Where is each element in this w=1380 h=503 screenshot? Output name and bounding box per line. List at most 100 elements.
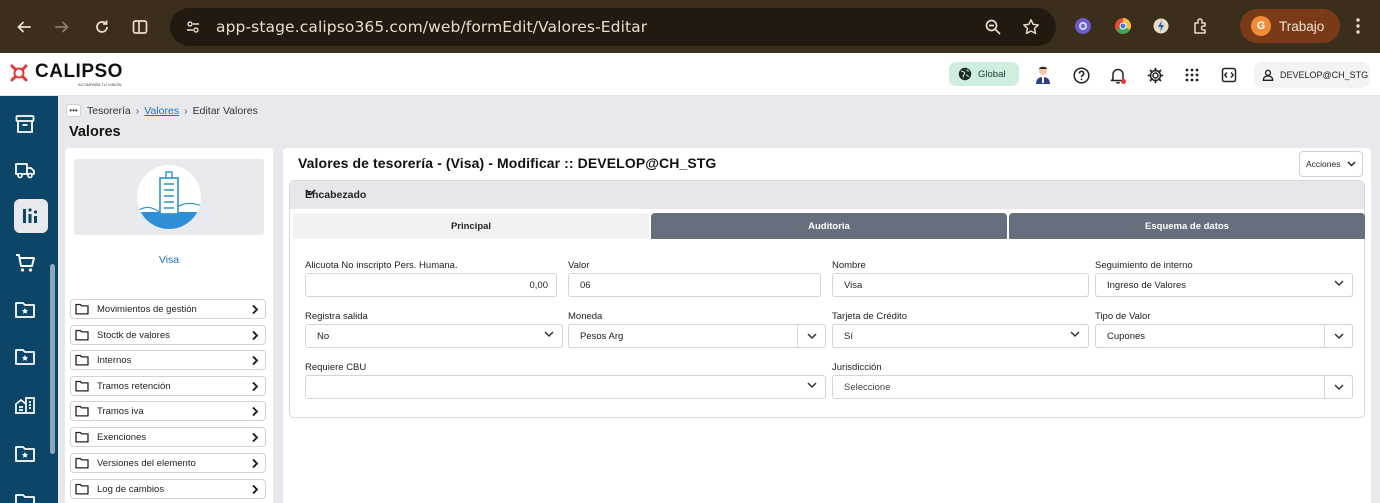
tab-principal[interactable]: Principal — [293, 213, 649, 239]
nombre-field[interactable]: Visa — [832, 273, 1089, 297]
extensions-puzzle-icon[interactable] — [1188, 13, 1214, 39]
notifications-bell-icon[interactable] — [1107, 64, 1129, 86]
apps-grid-icon[interactable] — [1181, 64, 1203, 86]
rail-scrollbar[interactable] — [50, 264, 55, 454]
tipo-valor-dropdown-button[interactable] — [1324, 325, 1352, 347]
tarjeta-credito-select[interactable]: Sí — [832, 324, 1089, 348]
sidebar-item-movimientos[interactable]: Movimientos de gestión — [70, 299, 266, 319]
collapse-chevron-icon[interactable] — [305, 189, 1350, 196]
browser-menu-icon[interactable] — [1346, 14, 1370, 38]
tarjeta-credito-value: Sí — [844, 330, 853, 342]
address-bar[interactable]: app-stage.calipso365.com/web/formEdit/Va… — [170, 8, 1056, 46]
profile-avatar: G — [1251, 16, 1271, 36]
buildings-icon[interactable] — [8, 388, 42, 422]
moneda-select[interactable]: Pesos Arg — [568, 324, 826, 348]
alicuota-label: Alicuota No inscripto Pers. Humana. — [305, 260, 458, 271]
extension-ai-icon[interactable] — [1070, 13, 1096, 39]
registra-salida-value: No — [317, 330, 330, 342]
valor-value: 06 — [580, 279, 591, 291]
treasury-chart-icon[interactable] — [14, 199, 48, 233]
jurisdiccion-select[interactable]: Seleccione — [832, 375, 1353, 399]
alicuota-value: 0,00 — [529, 279, 549, 291]
folder-icon — [75, 483, 89, 495]
jurisdiccion-dropdown-button[interactable] — [1324, 376, 1352, 398]
sidebar-item-tramos-iva[interactable]: Tramos iva — [70, 401, 266, 421]
help-icon[interactable] — [1070, 64, 1092, 86]
side-panel-icon[interactable] — [124, 11, 156, 43]
sidebar-item-tramos-retencion[interactable]: Tramos retención — [70, 376, 266, 396]
app-header: CALIPSO ACOMPAÑA TU VISIÓN Global DEVELO… — [0, 53, 1380, 96]
sidebar-item-label: Tramos retención — [97, 380, 171, 392]
zoom-icon[interactable] — [980, 14, 1006, 40]
global-scope-button[interactable]: Global — [949, 62, 1019, 86]
tipo-valor-select[interactable]: Cupones — [1095, 324, 1353, 348]
chevron-down-icon — [1070, 331, 1080, 338]
breadcrumb-more-button[interactable]: ••• — [66, 104, 81, 117]
sidebar-item-log-cambios[interactable]: Log de cambios — [70, 479, 266, 499]
sidebar-item-label: Exenciones — [97, 431, 147, 443]
chevron-right-icon — [251, 304, 259, 315]
valor-field[interactable]: 06 — [568, 273, 821, 297]
tipo-valor-label: Tipo de Valor — [1095, 311, 1151, 322]
profile-chip[interactable]: G Trabajo — [1240, 9, 1340, 43]
archive-box-icon[interactable] — [8, 107, 42, 141]
tab-esquema-datos[interactable]: Esquema de datos — [1009, 213, 1365, 239]
sidebar-item-label: Versiones del elemento — [97, 457, 196, 469]
reload-icon[interactable] — [86, 11, 118, 43]
url-text[interactable]: app-stage.calipso365.com/web/formEdit/Va… — [216, 18, 647, 36]
moneda-dropdown-button[interactable] — [797, 325, 825, 347]
folder-icon — [75, 457, 89, 469]
logo-text: CALIPSO — [35, 61, 123, 82]
sidebar-item-stock[interactable]: Stoctk de valores — [70, 325, 266, 345]
breadcrumb-item-valores[interactable]: Valores — [144, 105, 179, 117]
sidebar-item-versiones[interactable]: Versiones del elemento — [70, 453, 266, 473]
folder-star-icon-3[interactable] — [8, 436, 42, 470]
moneda-label: Moneda — [568, 311, 603, 322]
extension-chrome-icon[interactable] — [1110, 13, 1136, 39]
actions-button[interactable]: Acciones — [1299, 151, 1363, 177]
settings-gear-icon[interactable] — [1144, 64, 1166, 86]
calipso-logo[interactable]: CALIPSO ACOMPAÑA TU VISIÓN — [8, 61, 123, 87]
registra-salida-label: Registra salida — [305, 311, 368, 322]
user-menu-button[interactable]: DEVELOP@CH_STG — [1254, 62, 1370, 88]
site-info-icon[interactable] — [180, 14, 206, 40]
section-header[interactable]: Encabezado — [290, 181, 1364, 209]
nombre-value: Visa — [844, 279, 863, 291]
seguimiento-select[interactable]: Ingreso de Valores — [1095, 273, 1353, 297]
truck-icon[interactable] — [8, 153, 42, 187]
breadcrumb-separator: › — [135, 104, 140, 117]
extension-bolt-icon[interactable] — [1148, 13, 1174, 39]
assistant-avatar-icon[interactable] — [1032, 64, 1054, 86]
chevron-down-icon — [806, 332, 817, 339]
chevron-right-icon — [251, 484, 259, 495]
folder-star-icon-2[interactable] — [8, 339, 42, 373]
sidebar-item-exenciones[interactable]: Exenciones — [70, 427, 266, 447]
chevron-right-icon — [251, 406, 259, 417]
alicuota-field[interactable]: 0,00 — [305, 273, 557, 297]
section-encabezado: Encabezado Principal Auditoria Esquema d… — [289, 180, 1365, 418]
requiere-cbu-label: Requiere CBU — [305, 362, 367, 373]
bookmark-star-icon[interactable] — [1018, 14, 1044, 40]
notification-dot — [1121, 79, 1126, 84]
chevron-right-icon — [251, 381, 259, 392]
jurisdiccion-placeholder: Seleccione — [844, 381, 891, 393]
registra-salida-select[interactable]: No — [305, 324, 563, 348]
forward-icon[interactable] — [46, 11, 78, 43]
code-window-icon[interactable] — [1218, 64, 1240, 86]
shopping-cart-icon[interactable] — [8, 246, 42, 280]
tarjeta-credito-label: Tarjeta de Crédito — [832, 311, 907, 322]
breadcrumb-item-tesoreria[interactable]: Tesorería — [87, 105, 131, 117]
requiere-cbu-select[interactable] — [305, 375, 826, 399]
seguimiento-value: Ingreso de Valores — [1107, 279, 1187, 291]
page-title: Valores — [69, 124, 121, 140]
back-icon[interactable] — [8, 11, 40, 43]
chevron-down-icon — [1333, 383, 1344, 390]
sidebar-item-label: Log de cambios — [97, 483, 165, 495]
moneda-value: Pesos Arg — [580, 330, 624, 342]
folder-star-icon-4[interactable] — [8, 484, 42, 503]
chevron-down-icon — [1333, 332, 1344, 339]
user-icon — [1262, 69, 1274, 81]
tab-auditoria[interactable]: Auditoria — [651, 213, 1007, 239]
folder-star-icon[interactable] — [8, 292, 42, 326]
sidebar-item-internos[interactable]: Internos — [70, 350, 266, 370]
